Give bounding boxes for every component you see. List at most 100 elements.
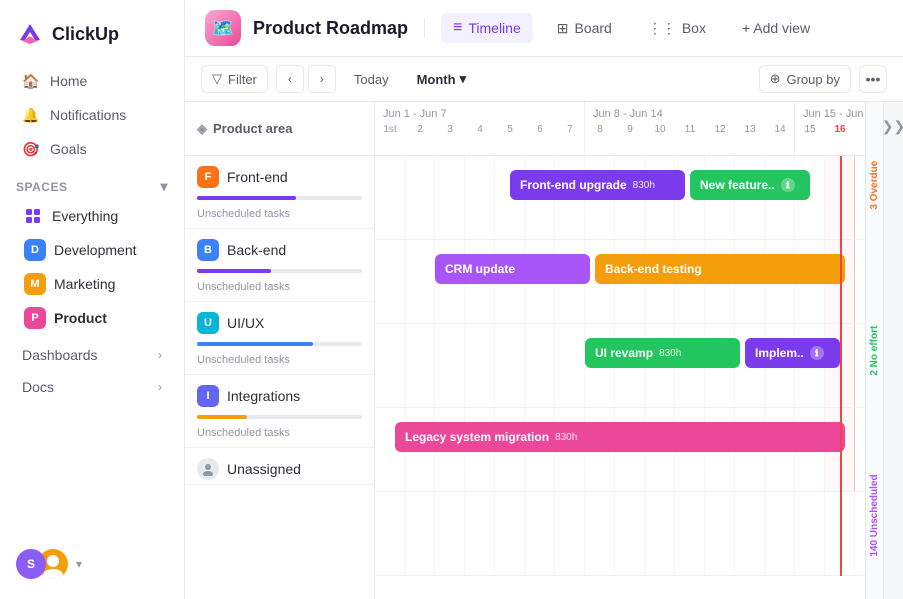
grid-cell-1-16 (855, 240, 865, 323)
dashboards-label: Dashboards (22, 347, 98, 363)
grid-row-backend: CRM updateBack-end testing (375, 240, 865, 324)
prev-button[interactable]: ‹ (276, 65, 304, 93)
bar-backend-0[interactable]: CRM update (435, 254, 590, 284)
sidebar-dashboards[interactable]: Dashboards › (6, 339, 178, 371)
bell-icon: 🔔 (22, 106, 40, 124)
area-expand-icon[interactable]: ◈ (197, 121, 207, 137)
development-dot: D (24, 239, 46, 261)
grid-cell-2-5 (525, 324, 555, 407)
avatar-s: S (16, 549, 46, 579)
next-button[interactable]: › (308, 65, 336, 93)
uiux-label: UI/UX (227, 315, 264, 331)
sidebar-nav-goals[interactable]: 🎯 Goals (6, 132, 178, 166)
frontend-dot: F (197, 166, 219, 188)
grid-row-uiux: UI revamp830hImplem..ℹ (375, 324, 865, 408)
timeline-container: ◈ Product area F Front-end Unscheduled t… (185, 102, 903, 599)
more-options-button[interactable]: ••• (859, 65, 887, 93)
day-8: 8 (585, 122, 615, 137)
bar-hours: 830h (633, 180, 655, 191)
goals-icon: 🎯 (22, 140, 40, 158)
nav-arrows: ‹ › (276, 65, 336, 93)
grid-cell-unassigned-0 (375, 492, 405, 575)
right-label-0: 3 Overdue (866, 102, 883, 268)
product-roadmap-icon: 🗺️ (205, 10, 241, 46)
filter-icon: ▽ (212, 71, 222, 87)
frontend-unscheduled: Unscheduled tasks (185, 206, 374, 228)
integrations-unscheduled: Unscheduled tasks (185, 425, 374, 447)
grid-cell-1-1 (405, 240, 435, 323)
bar-backend-1[interactable]: Back-end testing (595, 254, 845, 284)
month-chevron-icon: ▾ (460, 71, 467, 87)
sidebar: ClickUp 🏠 Home 🔔 Notifications 🎯 Goals S… (0, 0, 185, 599)
sidebar-nav-home[interactable]: 🏠 Home (6, 64, 178, 98)
today-button[interactable]: Today (344, 67, 399, 92)
grid-cell-unassigned-5 (525, 492, 555, 575)
unassigned-avatar (197, 458, 219, 480)
grid-cell-0-2 (435, 156, 465, 239)
bar-label: New feature.. (700, 178, 775, 192)
grid-cell-unassigned-11 (705, 492, 735, 575)
grid-row-frontend: Front-end upgrade830h New feature.. ℹ (375, 156, 865, 240)
grid-row-integrations: Data analyticsLegacy system migration830… (375, 408, 865, 492)
spaces-section-header: Spaces ▾ (0, 166, 184, 199)
bar-uiux-0[interactable]: UI revamp830h (585, 338, 740, 368)
frontend-label: Front-end (227, 169, 288, 185)
left-row-integrations: I Integrations Unscheduled tasks (185, 375, 374, 448)
sidebar-docs[interactable]: Docs › (6, 371, 178, 403)
day-11: 11 (675, 122, 705, 137)
bar-frontend-0[interactable]: Front-end upgrade830h (510, 170, 685, 200)
topbar: 🗺️ Product Roadmap ≡ Timeline ⊞ Board ⋮⋮… (185, 0, 903, 57)
marketing-label: Marketing (54, 276, 115, 292)
day-7: 7 (555, 122, 585, 137)
product-dot: P (24, 307, 46, 329)
tab-board[interactable]: ⊞ Board (545, 14, 624, 43)
board-tab-icon: ⊞ (557, 20, 569, 37)
week-label-0: Jun 1 - Jun 7 (375, 102, 584, 122)
day-1st: 1st (375, 122, 405, 137)
collapse-right-button[interactable]: ❯❯ (883, 102, 903, 599)
bar-integrations-1[interactable]: Legacy system migration830h (395, 422, 840, 452)
integrations-progress-bar (197, 415, 247, 419)
bar-label: UI revamp (595, 346, 653, 360)
filter-button[interactable]: ▽ Filter (201, 65, 268, 93)
sidebar-nav-notifications[interactable]: 🔔 Notifications (6, 98, 178, 132)
backend-unscheduled: Unscheduled tasks (185, 279, 374, 301)
grid-cell-2-1 (405, 324, 435, 407)
sidebar-space-everything[interactable]: Everything (6, 199, 178, 233)
docs-label: Docs (22, 379, 54, 395)
timeline-grid[interactable]: Jun 1 - Jun 71st234567Jun 8 - Jun 148910… (375, 102, 865, 599)
tab-timeline[interactable]: ≡ Timeline (441, 13, 533, 43)
product-label: Product (54, 310, 107, 326)
day-17: 17 (855, 122, 865, 137)
docs-chevron-icon: › (158, 380, 162, 394)
grid-cell-unassigned-10 (675, 492, 705, 575)
day-12: 12 (705, 122, 735, 137)
add-view-button[interactable]: + Add view (730, 14, 822, 42)
sidebar-space-product[interactable]: P Product (8, 301, 178, 335)
uiux-progress-bar (197, 342, 313, 346)
grid-row-unassigned (375, 492, 865, 576)
grid-cell-2-16 (855, 324, 865, 407)
area-label: Product area (213, 121, 292, 136)
grid-cell-2-6 (555, 324, 585, 407)
bar-info-icon: ℹ (781, 178, 795, 192)
tab-box[interactable]: ⋮⋮ Box (636, 14, 718, 43)
grid-cell-0-0 (375, 156, 405, 239)
grid-cell-unassigned-16 (855, 492, 865, 575)
backend-label: Back-end (227, 242, 286, 258)
day-16: 16 (825, 122, 855, 137)
grid-cell-unassigned-6 (555, 492, 585, 575)
sidebar-space-marketing[interactable]: M Marketing (8, 267, 178, 301)
bar-frontend-1[interactable]: New feature.. ℹ (690, 170, 810, 200)
day-9: 9 (615, 122, 645, 137)
group-by-button[interactable]: ⊕ Group by (759, 65, 851, 93)
month-picker[interactable]: Month ▾ (407, 66, 477, 92)
integrations-label: Integrations (227, 388, 300, 404)
sidebar-space-development[interactable]: D Development (8, 233, 178, 267)
today-line (840, 156, 842, 576)
user-menu-chevron-icon[interactable]: ▾ (76, 557, 82, 571)
development-label: Development (54, 242, 137, 258)
nav-notifications-label: Notifications (50, 107, 126, 123)
spaces-collapse-icon[interactable]: ▾ (160, 178, 168, 195)
bar-uiux-1[interactable]: Implem..ℹ (745, 338, 840, 368)
